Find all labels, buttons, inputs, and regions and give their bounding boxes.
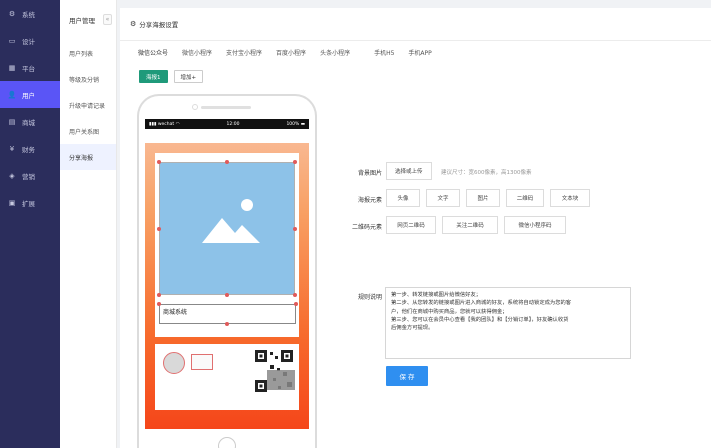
resize-handle[interactable] xyxy=(157,302,161,306)
submenu-item-relation-map[interactable]: 用户关系图 xyxy=(60,118,116,144)
sidebar-item-label: 用户 xyxy=(22,91,35,100)
submenu-title: 用户管理 « xyxy=(60,0,116,40)
submenu-item-upgrade-records[interactable]: 升级申请记录 xyxy=(60,92,116,118)
tab-mobile-app[interactable]: 手机APP xyxy=(408,48,431,62)
submenu-item-user-list[interactable]: 用户列表 xyxy=(60,40,116,66)
qrcode-element-label: 二维码元素 xyxy=(351,224,382,231)
shop-icon: ▤ xyxy=(8,117,16,126)
tab-baidu-miniprogram[interactable]: 百度小程序 xyxy=(276,48,306,62)
resize-handle[interactable] xyxy=(157,160,161,164)
avatar-element[interactable] xyxy=(163,352,185,374)
resize-handle[interactable] xyxy=(157,293,161,297)
tab-wechat-official[interactable]: 微信公众号 xyxy=(138,48,168,62)
monitor-icon: ▭ xyxy=(8,36,16,45)
puzzle-icon: ▣ xyxy=(8,198,16,207)
rule-textarea[interactable]: 第一步、转发链接或图片给微信好友； 第二步、从您转发的链接或图片进入商城的好友，… xyxy=(385,287,631,359)
sidebar-item-design[interactable]: ▭ 设计 xyxy=(0,27,60,54)
battery-label: 100% ▬ xyxy=(286,121,305,127)
carrier-label: ▮▮▮ wechat ◠ xyxy=(149,121,180,127)
resize-handle[interactable] xyxy=(293,160,297,164)
divider xyxy=(120,40,711,41)
status-time: 12:00 xyxy=(226,121,240,127)
sidebar-item-label: 财务 xyxy=(22,145,35,154)
tab-toutiao-miniprogram[interactable]: 头条小程序 xyxy=(320,48,350,62)
poster-image-element[interactable] xyxy=(159,162,295,295)
poster-text-element[interactable]: 商城系统 xyxy=(159,304,296,324)
resize-handle[interactable] xyxy=(293,227,297,231)
poster-element-label: 海报元素 xyxy=(357,197,382,204)
rule-line: 第三步、您可以在会员中心查看【我的团队】和【分销订单】，好友确认收货 xyxy=(391,316,569,323)
gear-icon: ⚙ xyxy=(8,9,16,18)
sidebar-item-platform[interactable]: ▦ 平台 xyxy=(0,54,60,81)
sidebar-item-label: 系统 xyxy=(22,10,35,19)
poster-button-row: 海报1 增加+ xyxy=(139,70,209,83)
resize-handle[interactable] xyxy=(225,293,229,297)
rule-line: 户，他们在商城中购买商品，您就可以获得佣金； xyxy=(391,308,508,315)
sidebar-item-label: 商城 xyxy=(22,118,35,127)
platform-tabs: 微信公众号 微信小程序 支付宝小程序 百度小程序 头条小程序 手机H5 手机AP… xyxy=(138,48,446,62)
grid-icon: ▦ xyxy=(8,63,16,72)
logo-image-element[interactable] xyxy=(191,354,213,370)
rule-line: 第二步、从您转发的链接或图片进入商城的好友，系统将自动锁定成为您的客 xyxy=(391,300,572,307)
rule-label: 规则说明 xyxy=(357,294,382,301)
sidebar-item-marketing[interactable]: ◈ 营销 xyxy=(0,162,60,189)
add-qrcode-button[interactable]: 二维码 xyxy=(506,189,544,207)
upload-bg-button[interactable]: 选择或上传 xyxy=(386,162,432,180)
rule-line: 后佣金方可提现。 xyxy=(391,325,434,332)
save-button[interactable]: 保 存 xyxy=(386,366,428,386)
sub-menu: 用户管理 « 用户列表 等级及分销 升级申请记录 用户关系图 分享海报 xyxy=(60,0,117,448)
submenu-item-share-poster[interactable]: 分享海报 xyxy=(60,144,116,170)
bg-size-hint: 建议尺寸：宽600像素，高1300像素 xyxy=(441,170,532,176)
phone-preview: ▮▮▮ wechat ◠ 12:00 100% ▬ 商城系统 xyxy=(137,94,317,448)
resize-handle[interactable] xyxy=(157,227,161,231)
phone-speaker xyxy=(201,106,251,109)
tab-mobile-h5[interactable]: 手机H5 xyxy=(374,48,394,62)
sidebar-item-label: 营销 xyxy=(22,172,35,181)
sidebar-item-label: 设计 xyxy=(22,37,35,46)
phone-nav-bar xyxy=(145,129,309,143)
poster-card: 商城系统 xyxy=(155,153,299,337)
poster-1-button[interactable]: 海报1 xyxy=(139,70,168,83)
phone-status-bar: ▮▮▮ wechat ◠ 12:00 100% ▬ xyxy=(145,119,309,129)
poster-canvas: ▮▮▮ wechat ◠ 12:00 100% ▬ 商城系统 xyxy=(145,119,309,429)
main-sidebar: ⚙ 系统 ▭ 设计 ▦ 平台 👤 用户 ▤ 商城 ¥ 财务 ◈ 营销 ▣ 扩展 xyxy=(0,0,60,448)
gear-icon: ⚙ xyxy=(130,20,137,28)
submenu-item-level-distribution[interactable]: 等级及分销 xyxy=(60,66,116,92)
follow-qrcode-button[interactable]: 关注二维码 xyxy=(442,216,498,234)
add-text-button[interactable]: 文字 xyxy=(426,189,460,207)
user-icon: 👤 xyxy=(7,90,17,99)
qr-code-icon[interactable] xyxy=(253,348,295,394)
add-poster-button[interactable]: 增加+ xyxy=(173,70,204,83)
add-avatar-button[interactable]: 头像 xyxy=(386,189,420,207)
image-placeholder-icon xyxy=(202,199,260,243)
collapse-icon[interactable]: « xyxy=(103,14,112,25)
rule-line: 第一步、转发链接或图片给微信好友； xyxy=(391,292,482,298)
sidebar-item-user[interactable]: 👤 用户 xyxy=(0,81,60,108)
web-qrcode-button[interactable]: 网页二维码 xyxy=(386,216,436,234)
page-title: ⚙ 分享海报设置 xyxy=(130,20,179,29)
money-icon: ¥ xyxy=(9,144,15,153)
main-panel: ⚙ 分享海报设置 微信公众号 微信小程序 支付宝小程序 百度小程序 头条小程序 … xyxy=(120,8,711,448)
add-text-block-button[interactable]: 文本块 xyxy=(550,189,590,207)
tab-wechat-miniprogram[interactable]: 微信小程序 xyxy=(182,48,212,62)
poster-bottom-area xyxy=(155,344,299,410)
resize-handle[interactable] xyxy=(294,302,298,306)
sidebar-item-extension[interactable]: ▣ 扩展 xyxy=(0,189,60,216)
megaphone-icon: ◈ xyxy=(9,171,15,180)
sidebar-item-label: 平台 xyxy=(22,64,35,73)
sidebar-item-finance[interactable]: ¥ 财务 xyxy=(0,135,60,162)
add-image-button[interactable]: 图片 xyxy=(466,189,500,207)
bg-image-label: 背景图片 xyxy=(357,170,382,177)
sidebar-item-label: 扩展 xyxy=(22,199,35,208)
sidebar-item-system[interactable]: ⚙ 系统 xyxy=(0,0,60,27)
resize-handle[interactable] xyxy=(225,322,229,326)
miniprogram-code-button[interactable]: 微信小程序码 xyxy=(504,216,566,234)
resize-handle[interactable] xyxy=(293,293,297,297)
resize-handle[interactable] xyxy=(225,160,229,164)
phone-home-button xyxy=(218,437,236,448)
sidebar-item-shop[interactable]: ▤ 商城 xyxy=(0,108,60,135)
tab-alipay-miniprogram[interactable]: 支付宝小程序 xyxy=(226,48,262,62)
phone-camera xyxy=(192,104,198,110)
